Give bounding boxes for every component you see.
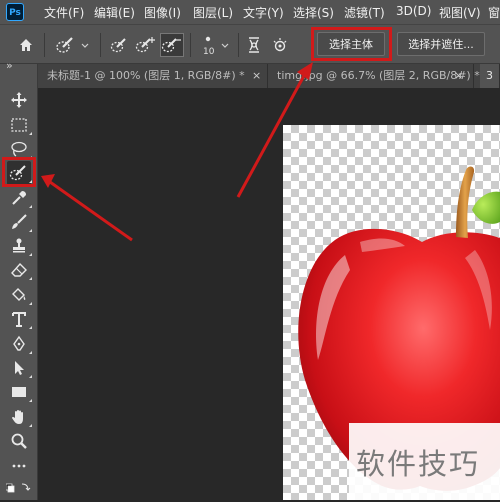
arrow-to-quick-selection <box>49 180 133 242</box>
arrow-head-icon <box>41 174 55 188</box>
arrow-head-icon <box>297 62 313 80</box>
annotation-arrows <box>41 62 313 242</box>
arrow-to-select-subject <box>236 71 308 198</box>
